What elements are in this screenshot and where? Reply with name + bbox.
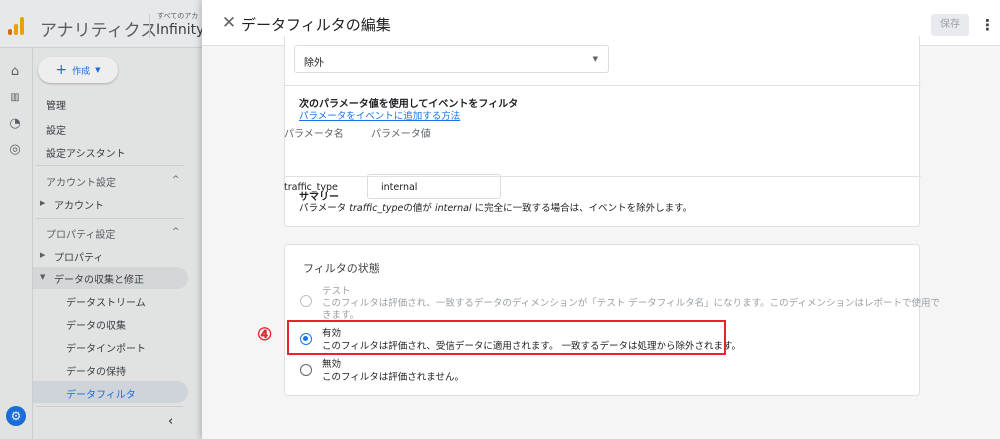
- option-inactive-desc: このフィルタは評価されません。: [322, 372, 465, 383]
- parameter-name-header: パラメータ名: [284, 129, 344, 140]
- save-button[interactable]: 保存: [931, 14, 969, 36]
- close-icon[interactable]: ✕: [219, 13, 239, 33]
- option-test-desc: このフィルタは評価され、一致するデータのディメンションが「テスト データフィルタ…: [322, 298, 940, 309]
- filter-state-title: フィルタの状態: [303, 262, 380, 275]
- filter-operation-select[interactable]: 除外 ▼: [294, 45, 609, 73]
- dropdown-arrow-icon: ▼: [592, 55, 598, 63]
- parameter-value-header: パラメータ値: [371, 129, 431, 140]
- radio-test[interactable]: [300, 295, 312, 307]
- section-divider: [285, 85, 921, 86]
- step-number-annotation: ④: [257, 325, 273, 345]
- option-inactive-label: 無効: [322, 359, 342, 370]
- parameter-value: internal: [381, 182, 418, 193]
- radio-inactive[interactable]: [300, 364, 312, 376]
- how-to-add-parameter-link[interactable]: パラメータをイベントに追加する方法: [299, 108, 460, 122]
- parameter-value-input[interactable]: internal: [367, 174, 501, 199]
- edit-data-filter-panel: ✕ データフィルタの編集 保存 ⋮ 除外 ▼ 次のパラメータ値を使用してイベント…: [202, 0, 1000, 439]
- filter-operation-value: 除外: [304, 58, 324, 69]
- panel-title: データフィルタの編集: [241, 16, 391, 34]
- highlight-box: [287, 320, 726, 355]
- section-divider: [285, 176, 921, 177]
- more-vert-icon[interactable]: ⋮: [980, 14, 995, 36]
- filter-details-card: 除外 ▼ 次のパラメータ値を使用してイベントをフィルタ パラメータをイベントに追…: [284, 36, 921, 227]
- option-test-desc-2: きます。: [322, 310, 360, 321]
- summary-text: パラメータ traffic_typeの値が internal に完全に一致する場…: [299, 203, 693, 214]
- overlay-scrim: [0, 0, 202, 439]
